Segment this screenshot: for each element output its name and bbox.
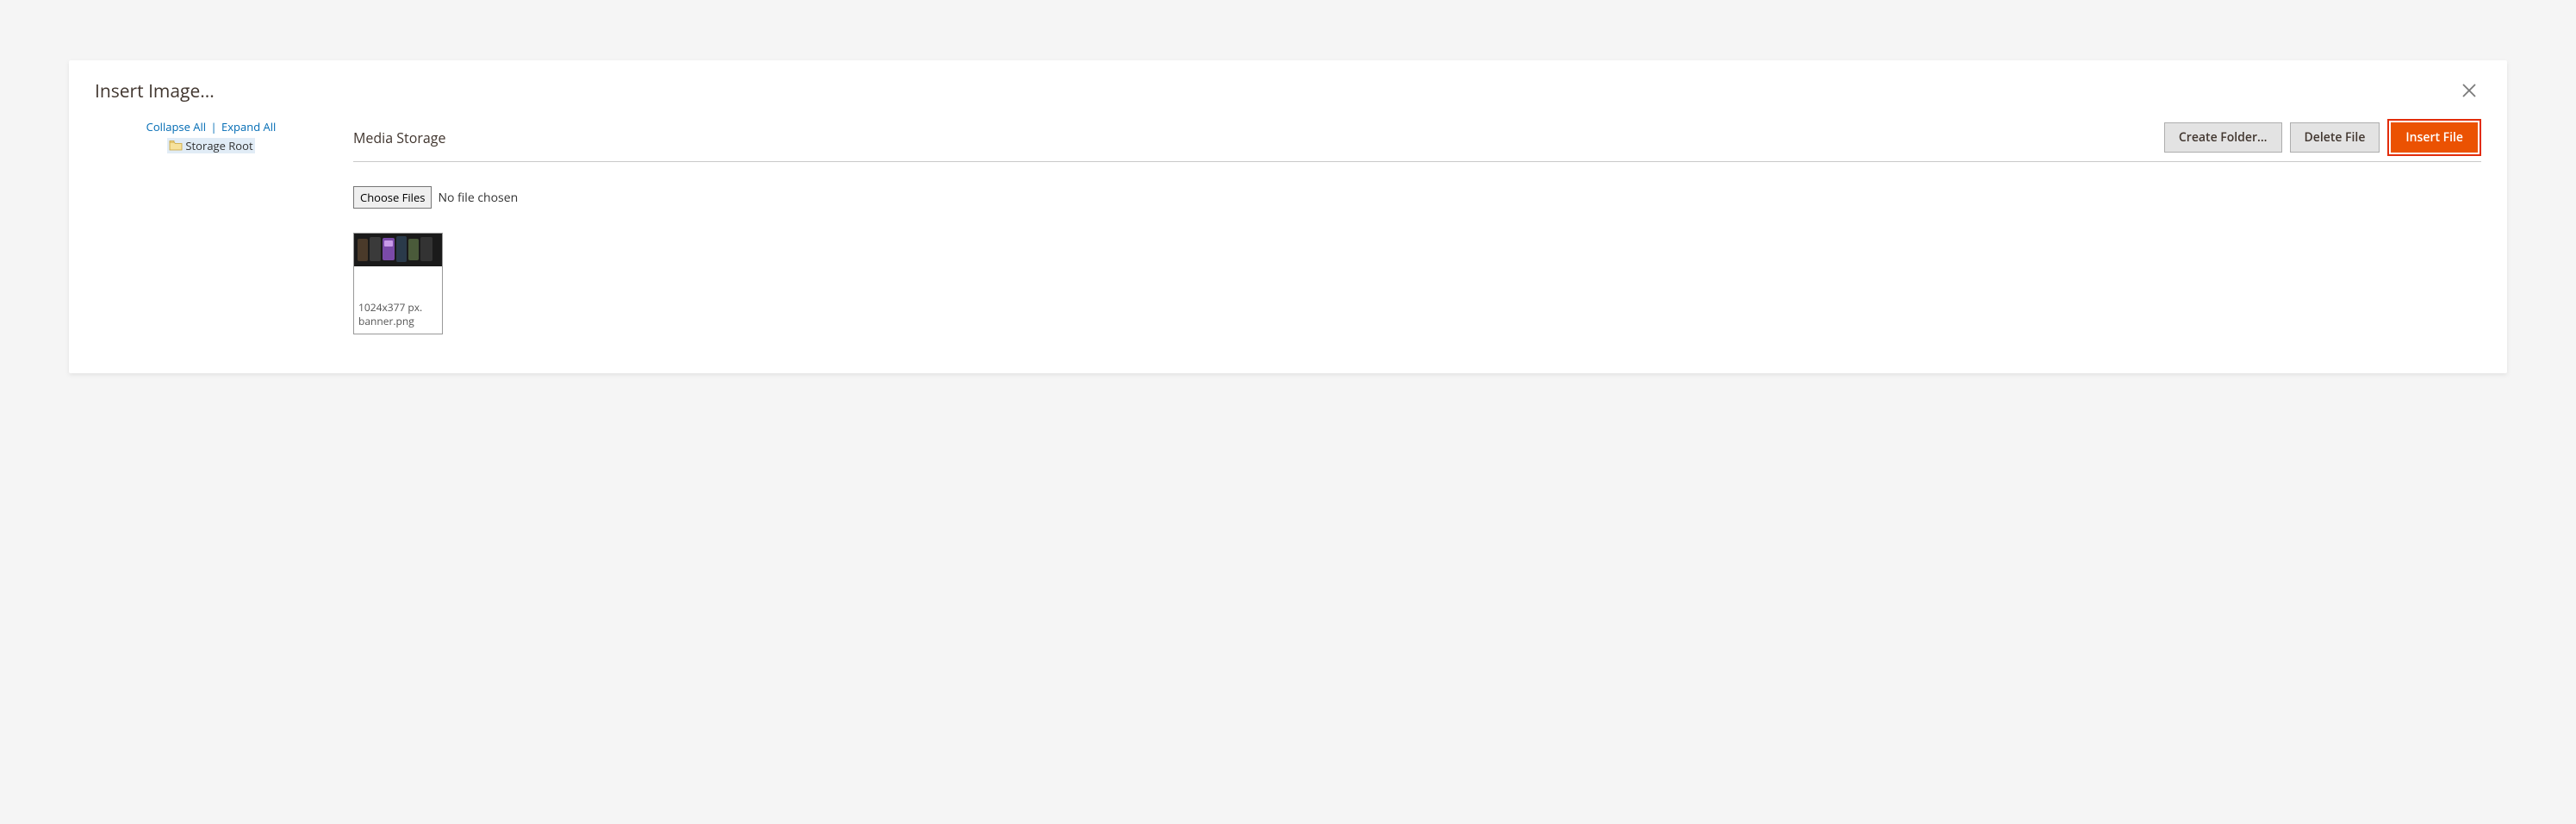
tree-node-label: Storage Root [185, 138, 252, 153]
expand-all-link[interactable]: Expand All [221, 119, 276, 134]
toolbar: Media Storage Create Folder... Delete Fi… [353, 119, 2481, 162]
delete-file-button[interactable]: Delete File [2290, 122, 2380, 153]
main-content: Media Storage Create Folder... Delete Fi… [353, 119, 2481, 334]
tree-action-separator: | [210, 119, 216, 134]
toolbar-buttons: Create Folder... Delete File Insert File [2164, 119, 2481, 156]
thumbnail-dimensions: 1024x377 px. [358, 301, 438, 315]
thumbnail-info: 1024x377 px. banner.png [354, 266, 442, 334]
close-button[interactable] [2457, 79, 2481, 103]
close-icon [2461, 82, 2478, 99]
thumbnail-filename: banner.png [358, 315, 438, 328]
toolbar-heading: Media Storage [353, 128, 445, 147]
thumbnail-preview [354, 234, 442, 266]
folder-icon [169, 140, 183, 152]
no-file-chosen-label: No file chosen [438, 190, 518, 206]
insert-file-highlight: Insert File [2387, 119, 2481, 156]
file-thumbnail[interactable]: 1024x377 px. banner.png [353, 233, 443, 334]
folder-tree-sidebar: Collapse All | Expand All Storage Root [95, 119, 327, 334]
insert-file-button[interactable]: Insert File [2391, 122, 2478, 153]
collapse-all-link[interactable]: Collapse All [146, 119, 206, 134]
modal-header: Insert Image... [95, 79, 2481, 103]
modal-title: Insert Image... [95, 79, 215, 103]
modal-body: Collapse All | Expand All Storage Root M… [95, 119, 2481, 334]
tree-node-storage-root[interactable]: Storage Root [167, 138, 254, 153]
create-folder-button[interactable]: Create Folder... [2164, 122, 2282, 153]
tree-root-row: Storage Root [95, 138, 327, 155]
insert-image-modal: Insert Image... Collapse All | Expand Al… [69, 60, 2507, 373]
file-thumbnail-grid: 1024x377 px. banner.png [353, 233, 2481, 334]
choose-files-button[interactable]: Choose Files [353, 186, 432, 209]
tree-actions: Collapse All | Expand All [95, 119, 327, 134]
file-upload-row: Choose Files No file chosen [353, 186, 2481, 209]
